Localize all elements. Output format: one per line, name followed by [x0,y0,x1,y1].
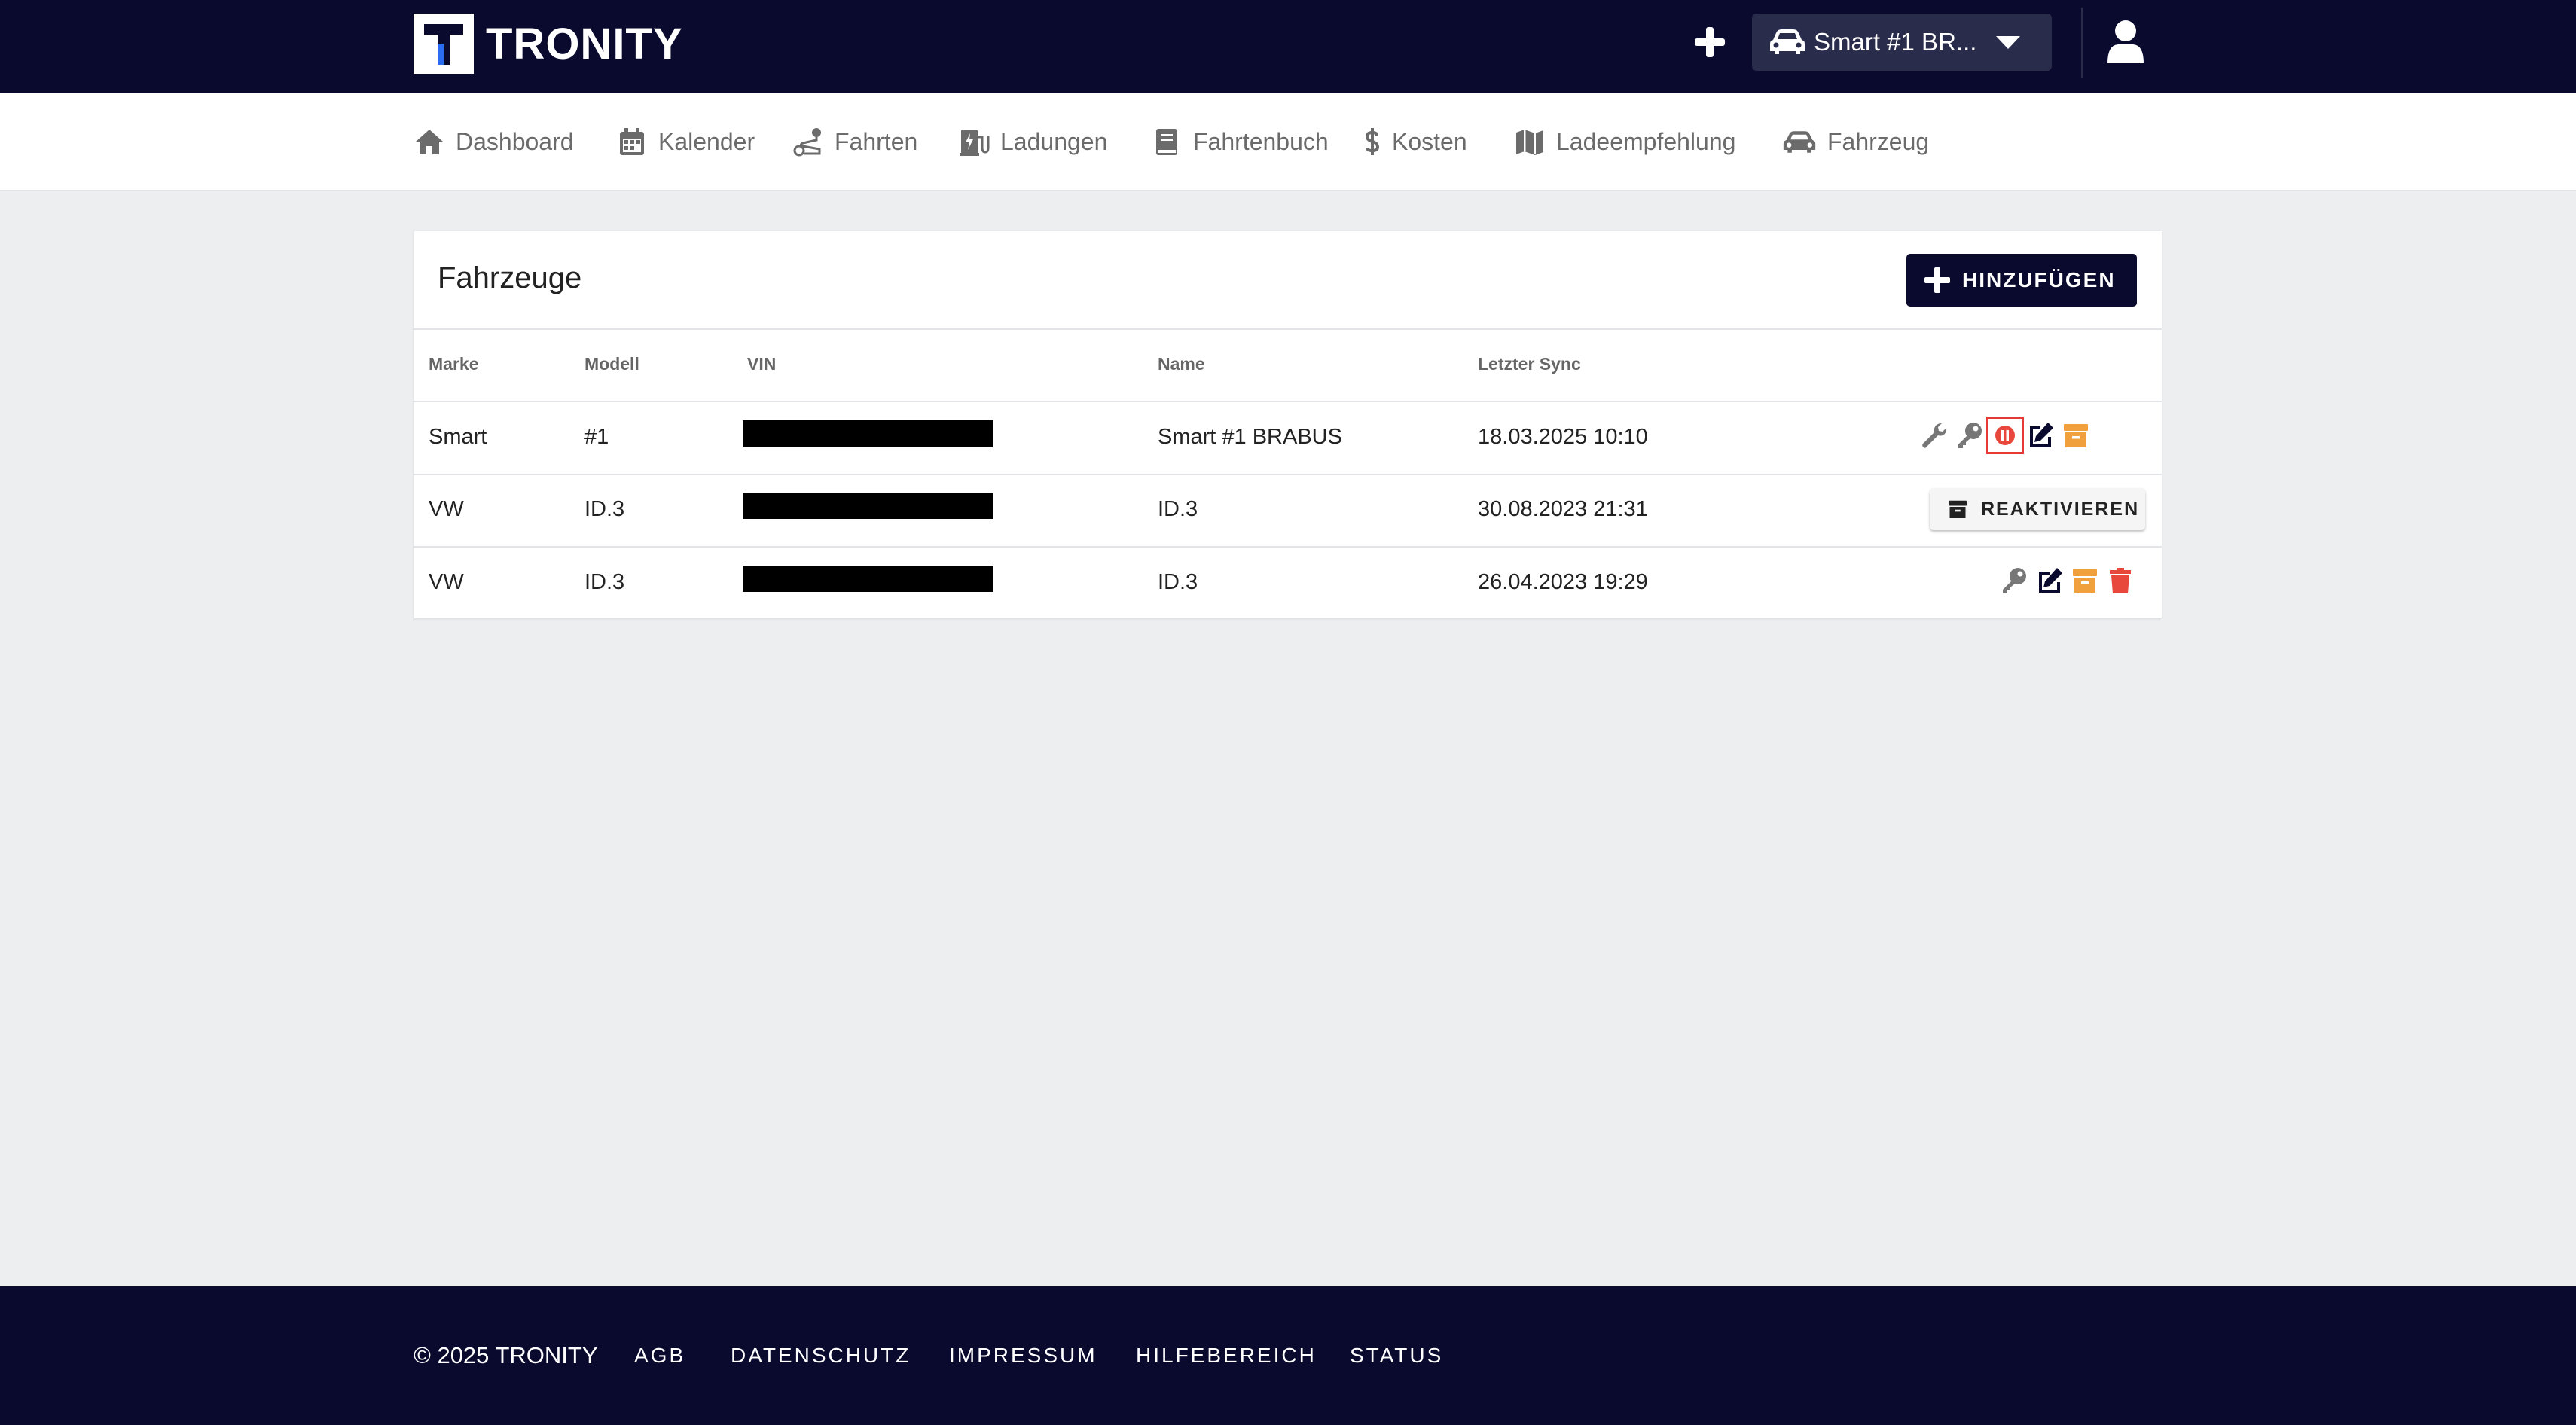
cell-last-sync: 26.04.2023 19:29 [1478,570,1648,594]
vin-redacted [743,493,993,519]
nav-item-fahrten[interactable]: Fahrten [792,127,917,157]
nav-label: Fahrtenbuch [1193,127,1329,155]
nav-item-fahrtenbuch[interactable]: Fahrtenbuch [1151,127,1329,157]
column-header-name[interactable]: Name [1158,354,1205,374]
cell-name: Smart #1 BRABUS [1158,425,1342,449]
column-header-marke[interactable]: Marke [429,354,478,374]
footer: © 2025 TRONITY AGB DATENSCHUTZ IMPRESSUM… [0,1286,2576,1425]
cell-last-sync: 30.08.2023 21:31 [1478,497,1648,521]
card-title: Fahrzeuge [438,261,582,294]
nav-label: Ladeempfehlung [1556,127,1736,155]
plus-icon [1924,267,1950,293]
footer-link-agb[interactable]: AGB [634,1344,685,1368]
row-actions [1994,566,2135,596]
nav-item-kalender[interactable]: Kalender [616,127,755,157]
table-row: VW ID.3 ID.3 26.04.2023 19:29 [414,548,2162,620]
wrench-icon[interactable] [1919,420,1949,450]
vin-redacted [743,420,993,447]
car-icon [1783,131,1816,153]
dollar-icon [1365,128,1380,155]
vehicle-selector[interactable]: Smart #1 BR... [1752,14,2052,71]
chevron-down-icon [1996,36,2020,49]
column-header-vin[interactable]: VIN [747,354,776,374]
edit-icon[interactable] [2025,420,2056,450]
top-bar: TRONITY Smart #1 BR... [0,0,2576,93]
nav-label: Kosten [1392,127,1467,155]
map-icon [1516,130,1543,155]
book-icon [1156,129,1177,155]
table-row: Smart #1 Smart #1 BRABUS 18.03.2025 10:1… [414,402,2162,474]
divider [414,328,2162,330]
cell-model: #1 [584,425,609,449]
reactivate-label: REAKTIVIEREN [1981,498,2140,520]
divider [2081,8,2083,78]
charging-station-icon [960,130,990,156]
cell-name: ID.3 [1158,570,1198,594]
archive-icon[interactable] [2061,420,2091,450]
nav-item-dashboard[interactable]: Dashboard [414,127,574,157]
plus-icon[interactable] [1690,23,1729,62]
calendar-icon [620,128,644,155]
brand-name: TRONITY [486,19,683,69]
route-icon [793,128,821,157]
nav-label: Fahrzeug [1827,127,1930,155]
cell-model: ID.3 [584,570,625,594]
home-icon [416,130,443,154]
nav-item-kosten[interactable]: Kosten [1363,127,1467,157]
nav-label: Kalender [658,127,755,155]
cell-last-sync: 18.03.2025 10:10 [1478,425,1648,449]
footer-link-status[interactable]: STATUS [1350,1344,1443,1368]
user-icon[interactable] [2106,20,2145,65]
column-header-modell[interactable]: Modell [584,354,639,374]
tronity-logo-icon [414,14,474,74]
nav-label: Dashboard [456,127,574,155]
car-icon [1770,29,1805,54]
footer-copyright: © 2025 TRONITY [414,1342,598,1369]
key-icon[interactable] [1955,420,1985,450]
nav-item-ladeempfehlung[interactable]: Ladeempfehlung [1514,127,1735,157]
cell-model: ID.3 [584,497,625,521]
nav-item-ladungen[interactable]: Ladungen [958,127,1107,157]
selected-vehicle-label: Smart #1 BR... [1814,28,1977,56]
trash-icon[interactable] [2105,566,2135,596]
main-nav: Dashboard Kalender Fahrten Ladungen Fahr… [0,93,2576,191]
reactivate-button[interactable]: REAKTIVIEREN [1930,488,2145,530]
edit-icon[interactable] [2034,566,2065,596]
cell-make: VW [429,497,464,521]
vin-redacted [743,566,993,592]
vehicles-card: Fahrzeuge HINZUFÜGEN Marke Modell VIN Na… [414,231,2162,618]
nav-label: Fahrten [835,127,918,155]
pause-icon[interactable] [1986,417,2024,454]
footer-link-impressum[interactable]: IMPRESSUM [949,1344,1097,1368]
nav-label: Ladungen [1000,127,1108,155]
column-header-letzter-sync[interactable]: Letzter Sync [1478,354,1581,374]
brand-logo[interactable]: TRONITY [414,14,683,74]
archive-icon[interactable] [2070,566,2100,596]
cell-make: Smart [429,425,487,449]
key-icon[interactable] [1999,566,2029,596]
row-actions [1914,417,2091,454]
nav-item-fahrzeug[interactable]: Fahrzeug [1782,127,1929,157]
footer-link-datenschutz[interactable]: DATENSCHUTZ [731,1344,911,1368]
table-row: VW ID.3 ID.3 30.08.2023 21:31 REAKTIVIER… [414,474,2162,547]
cell-make: VW [429,570,464,594]
archive-icon [1949,500,1967,518]
cell-name: ID.3 [1158,497,1198,521]
footer-link-hilfebereich[interactable]: HILFEBEREICH [1136,1344,1317,1368]
add-vehicle-button[interactable]: HINZUFÜGEN [1906,254,2137,307]
add-vehicle-label: HINZUFÜGEN [1962,268,2116,291]
